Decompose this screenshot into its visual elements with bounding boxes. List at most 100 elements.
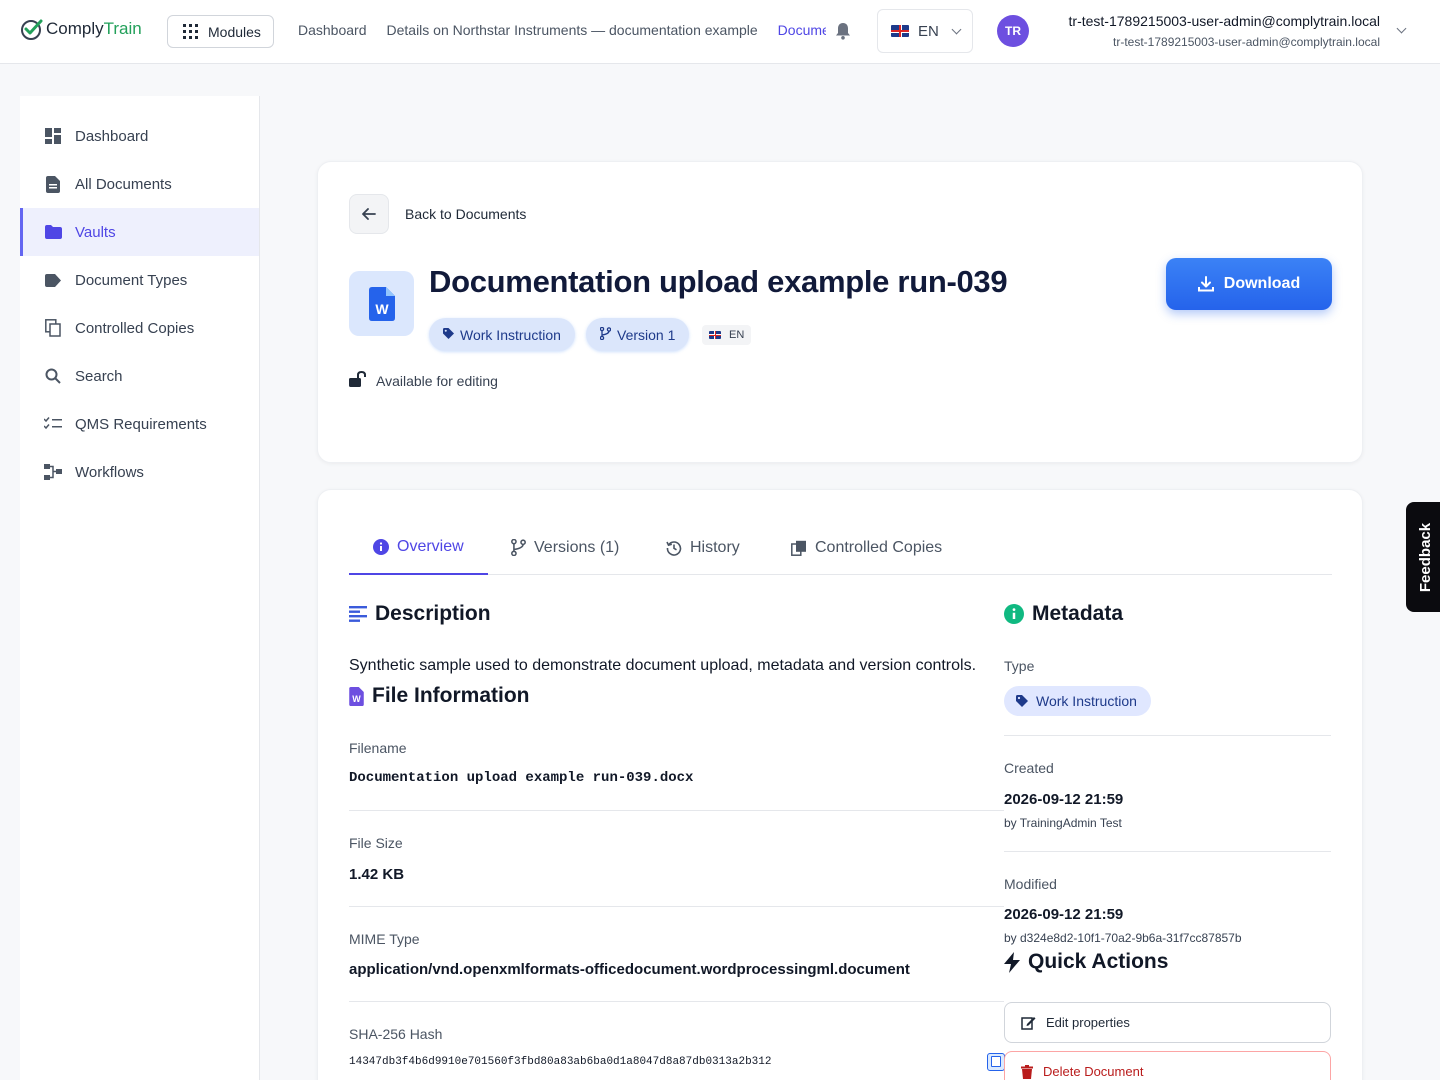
- sidebar: Dashboard All Documents Vaults Document …: [20, 96, 260, 1080]
- svg-text:W: W: [352, 694, 361, 704]
- sidebar-item-vaults[interactable]: Vaults: [20, 208, 259, 256]
- filesize-label: File Size: [349, 835, 403, 851]
- document-header-card: Back to Documents W Documentation upload…: [317, 161, 1363, 463]
- lightning-icon: [1004, 951, 1020, 973]
- edit-properties-button[interactable]: Edit properties: [1004, 1002, 1331, 1043]
- unlock-icon: [349, 370, 367, 390]
- lock-status-text: Available for editing: [376, 372, 498, 389]
- tab-bar: Overview Versions (1) History Controlled…: [349, 520, 1332, 575]
- lock-status: Available for editing: [349, 370, 498, 390]
- feedback-label: Feedback: [1417, 522, 1435, 592]
- uk-flag-icon: [891, 25, 909, 37]
- search-icon: [44, 367, 62, 385]
- checklist-icon: [44, 415, 62, 433]
- app-logo[interactable]: Comply Train: [20, 17, 142, 41]
- svg-text:W: W: [375, 301, 389, 317]
- logo-text-primary: Comply: [46, 19, 104, 38]
- delete-document-button[interactable]: Delete Document: [1004, 1051, 1331, 1080]
- sidebar-item-workflows[interactable]: Workflows: [20, 448, 259, 496]
- mime-value: application/vnd.openxmlformats-officedoc…: [349, 961, 910, 978]
- language-selector[interactable]: EN: [877, 9, 973, 53]
- branch-icon: [511, 539, 526, 556]
- sidebar-item-qms-requirements[interactable]: QMS Requirements: [20, 400, 259, 448]
- workflow-icon: [44, 463, 62, 481]
- hash-label: SHA-256 Hash: [349, 1026, 443, 1042]
- tab-versions[interactable]: Versions (1): [511, 520, 619, 575]
- metadata-title: Metadata: [1032, 602, 1124, 625]
- chevron-down-icon: [951, 24, 962, 34]
- download-icon: [1197, 276, 1214, 292]
- trash-icon: [1021, 1064, 1033, 1079]
- feedback-button[interactable]: Feedback: [1406, 502, 1440, 612]
- filename-value: Documentation upload example run-039.doc…: [349, 770, 694, 786]
- created-label: Created: [1004, 760, 1054, 776]
- tab-history[interactable]: History: [666, 520, 740, 575]
- divider: [349, 810, 1004, 811]
- sidebar-item-all-documents[interactable]: All Documents: [20, 160, 259, 208]
- align-left-icon: [349, 606, 367, 622]
- copy-hash-button[interactable]: [987, 1053, 1005, 1071]
- sidebar-item-document-types[interactable]: Document Types: [20, 256, 259, 304]
- sidebar-item-controlled-copies[interactable]: Controlled Copies: [20, 304, 259, 352]
- description-title: Description: [375, 602, 491, 625]
- quick-actions-title: Quick Actions: [1028, 950, 1169, 973]
- back-to-documents-link[interactable]: Back to Documents: [405, 206, 526, 222]
- type-label: Type: [1004, 658, 1035, 674]
- divider: [349, 1001, 1004, 1002]
- filesize-value: 1.42 KB: [349, 866, 405, 883]
- edit-icon: [1021, 1017, 1036, 1030]
- sidebar-item-label: QMS Requirements: [75, 415, 207, 433]
- sidebar-item-label: Search: [75, 367, 123, 385]
- logo-text-secondary: Train: [103, 19, 142, 38]
- breadcrumb-vault[interactable]: Details on Northstar Instruments — docum…: [387, 22, 758, 38]
- divider: [1004, 735, 1331, 736]
- modules-button[interactable]: Modules: [167, 15, 274, 48]
- filename-label: Filename: [349, 740, 407, 756]
- word-file-icon: W: [349, 271, 414, 336]
- file-info-title: File Information: [372, 684, 530, 707]
- language-code: EN: [918, 22, 939, 40]
- tab-label: Overview: [397, 537, 464, 555]
- modified-label: Modified: [1004, 876, 1057, 892]
- sidebar-item-label: All Documents: [75, 175, 172, 193]
- modified-by: by d324e8d2-10f1-70a2-9b6a-31f7cc87857b: [1004, 931, 1242, 945]
- logo-check-icon: [21, 19, 43, 40]
- sidebar-item-label: Vaults: [75, 223, 116, 241]
- avatar[interactable]: TR: [997, 15, 1029, 47]
- sidebar-item-label: Workflows: [75, 463, 144, 481]
- page-title: Documentation upload example run-039: [429, 264, 1008, 299]
- copies-icon: [791, 540, 806, 556]
- created-by: by TrainingAdmin Test: [1004, 816, 1122, 830]
- user-menu-chevron-icon[interactable]: [1396, 23, 1407, 34]
- file-info-heading: W File Information: [349, 684, 530, 708]
- tab-controlled-copies[interactable]: Controlled Copies: [791, 520, 942, 575]
- tab-label: History: [690, 538, 740, 556]
- edit-properties-label: Edit properties: [1046, 1015, 1130, 1030]
- hash-value: 14347db3f4b6d9910e701560f3fbd80a83ab6ba0…: [349, 1056, 772, 1068]
- type-badge: Work Instruction: [1004, 686, 1151, 716]
- tab-overview[interactable]: Overview: [349, 520, 488, 575]
- copies-icon: [44, 319, 62, 337]
- breadcrumb-current: Documentation upload example run-039: [777, 22, 826, 38]
- back-button[interactable]: [349, 194, 389, 234]
- bell-icon[interactable]: [835, 22, 851, 40]
- document-type-label: Work Instruction: [460, 326, 561, 343]
- tab-label: Controlled Copies: [815, 538, 943, 556]
- quick-actions-heading: Quick Actions: [1004, 950, 1168, 974]
- language-badge: EN: [702, 325, 752, 345]
- sidebar-item-search[interactable]: Search: [20, 352, 259, 400]
- version-badge: Version 1: [586, 318, 690, 351]
- branch-icon: [599, 326, 612, 343]
- modified-value: 2026-09-12 21:59: [1004, 906, 1124, 923]
- user-name[interactable]: tr-test-1789215003-user-admin@complytrai…: [1069, 13, 1380, 29]
- created-value: 2026-09-12 21:59: [1004, 791, 1124, 808]
- document-type-badge: Work Instruction: [429, 318, 575, 351]
- grid-icon: [183, 24, 198, 39]
- sidebar-item-label: Dashboard: [75, 127, 149, 145]
- download-label: Download: [1223, 275, 1301, 292]
- breadcrumb-dashboard[interactable]: Dashboard: [298, 22, 367, 38]
- type-badge-label: Work Instruction: [1036, 693, 1137, 709]
- top-bar: Comply Train Modules Dashboard Details on…: [0, 0, 1440, 64]
- sidebar-item-dashboard[interactable]: Dashboard: [20, 112, 259, 160]
- download-button[interactable]: Download: [1166, 258, 1332, 310]
